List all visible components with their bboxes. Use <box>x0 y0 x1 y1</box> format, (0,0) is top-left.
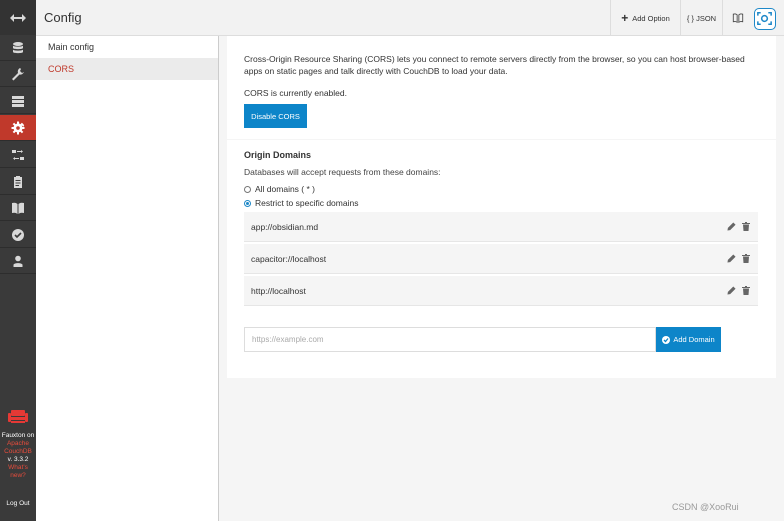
nav-user[interactable] <box>0 248 36 274</box>
pencil-icon[interactable] <box>727 222 736 231</box>
pencil-icon[interactable] <box>727 286 736 295</box>
domain-row: app://obsidian.md <box>244 212 758 242</box>
version-label: v. 3.3.2 <box>7 456 29 463</box>
pencil-icon[interactable] <box>727 254 736 263</box>
nav-databases[interactable] <box>0 35 36 61</box>
server-icon <box>12 95 24 107</box>
add-domain-label: Add Domain <box>673 335 715 344</box>
check-circle-icon <box>662 335 671 344</box>
add-option-label: Add Option <box>632 13 670 23</box>
subnav-item-main-config[interactable]: Main config <box>36 36 218 58</box>
radio-all-domains[interactable]: All domains ( * ) <box>244 184 315 194</box>
screenshot-tool-button[interactable] <box>754 8 776 30</box>
cors-intro-text: Cross-Origin Resource Sharing (CORS) let… <box>244 54 745 76</box>
arrows-horizontal-icon <box>10 13 26 22</box>
nav-documentation[interactable] <box>0 195 36 221</box>
couchdb-logo <box>8 410 28 423</box>
logout-link[interactable]: Log Out <box>0 500 36 507</box>
origin-domains-panel: Origin Domains Databases will accept req… <box>227 140 776 378</box>
radio-button[interactable] <box>244 185 251 193</box>
page-header: Config + Add Option { } JSON <box>36 0 784 36</box>
toggle-nav-button[interactable] <box>0 0 36 35</box>
config-subnav: Main config CORS <box>36 36 219 521</box>
brand-line2[interactable]: Apache <box>0 440 36 448</box>
book-icon <box>732 13 743 24</box>
wrench-icon <box>12 67 24 80</box>
verify-icon <box>12 228 24 241</box>
trash-icon[interactable] <box>742 222 750 231</box>
nav-active-tasks[interactable] <box>0 88 36 114</box>
gear-icon <box>11 121 25 134</box>
whats-new-link[interactable]: What's new? <box>0 464 36 480</box>
trash-icon[interactable] <box>742 286 750 295</box>
replication-icon <box>12 149 24 160</box>
brand-line1: Fauxton on <box>1 432 35 439</box>
page-title: Config <box>44 10 82 25</box>
clipboard-icon <box>14 175 22 188</box>
domain-row: http://localhost <box>244 276 758 306</box>
origin-domains-description: Databases will accept requests from thes… <box>244 167 441 177</box>
brand-info: Fauxton on Apache CouchDB v. 3.3.2 What'… <box>0 432 36 480</box>
domain-text: capacitor://localhost <box>251 254 327 264</box>
cors-content: Cross-Origin Resource Sharing (CORS) let… <box>219 36 784 521</box>
new-domain-input[interactable] <box>244 327 656 352</box>
database-icon <box>13 41 23 53</box>
book-icon <box>12 202 24 214</box>
disable-cors-button[interactable]: Disable CORS <box>244 104 307 128</box>
nav-verify[interactable] <box>0 222 36 248</box>
json-button[interactable]: { } JSON <box>680 0 722 36</box>
radio-restrict-domains-label: Restrict to specific domains <box>255 198 359 208</box>
subnav-item-cors[interactable]: CORS <box>36 58 218 80</box>
radio-restrict-domains[interactable]: Restrict to specific domains <box>244 198 358 208</box>
nav-documentation-tasks[interactable] <box>0 169 36 195</box>
add-domain-button[interactable]: Add Domain <box>656 327 721 352</box>
domain-text: app://obsidian.md <box>251 222 319 232</box>
domain-text: http://localhost <box>251 286 306 296</box>
radio-button-checked[interactable] <box>244 199 251 207</box>
watermark: CSDN @XooRui <box>672 502 739 512</box>
cors-panel: Cross-Origin Resource Sharing (CORS) let… <box>227 36 776 139</box>
nav-replication[interactable] <box>0 142 36 168</box>
domain-row: capacitor://localhost <box>244 244 758 274</box>
user-icon <box>13 255 23 267</box>
scan-icon <box>757 12 772 25</box>
nav-setup[interactable] <box>0 61 36 87</box>
plus-icon: + <box>621 11 629 25</box>
documentation-button[interactable] <box>722 0 752 36</box>
json-label: { } JSON <box>686 13 717 23</box>
origin-domains-title: Origin Domains <box>244 150 312 160</box>
main-nav-rail: Fauxton on Apache CouchDB v. 3.3.2 What'… <box>0 0 36 521</box>
radio-all-domains-label: All domains ( * ) <box>255 184 315 194</box>
nav-config[interactable] <box>0 115 36 141</box>
brand-line3[interactable]: CouchDB <box>0 448 36 456</box>
add-option-button[interactable]: + Add Option <box>610 0 680 36</box>
cors-status-text: CORS is currently enabled. <box>244 88 347 98</box>
trash-icon[interactable] <box>742 254 750 263</box>
